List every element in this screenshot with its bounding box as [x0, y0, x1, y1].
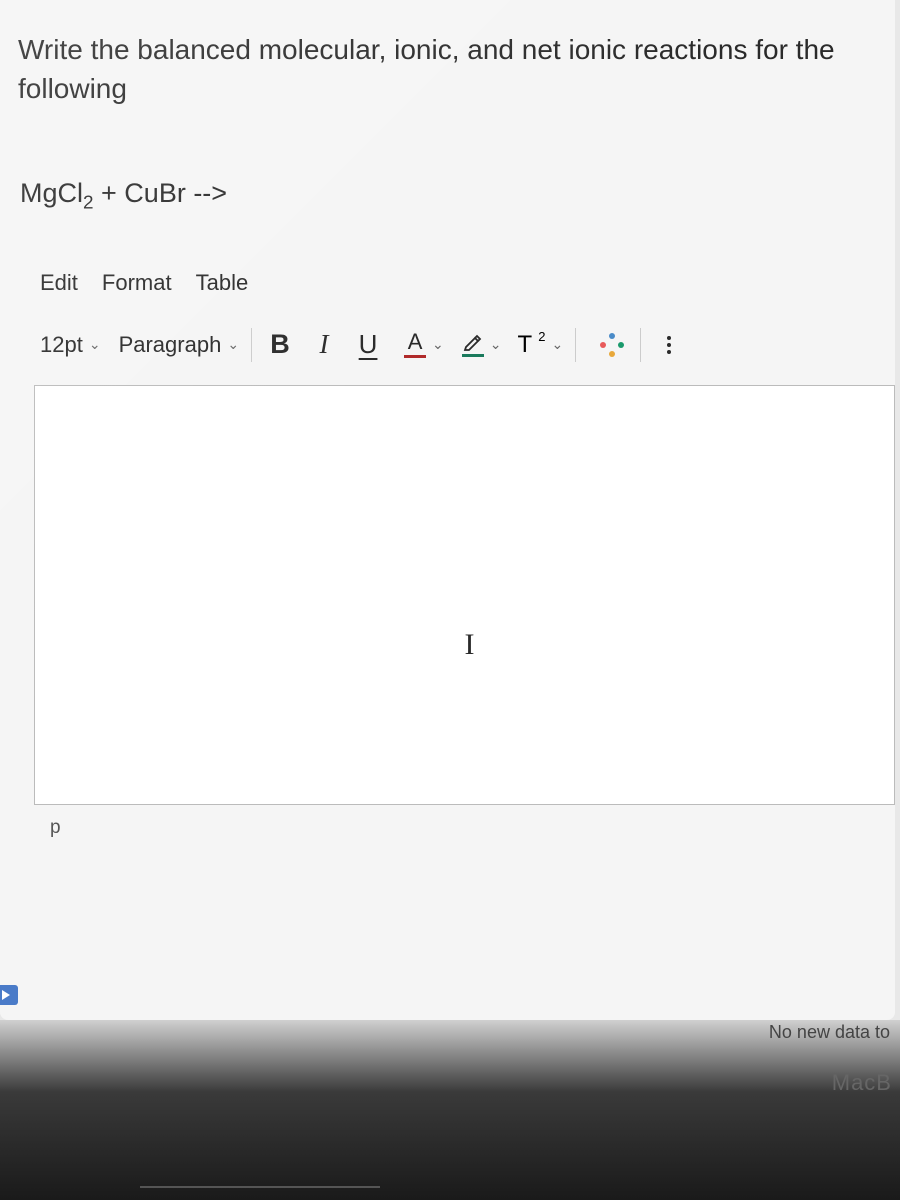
bold-button[interactable]: B	[264, 327, 296, 363]
text-color-button[interactable]: A ⌄	[402, 331, 444, 358]
editor-container: Edit Format Table 12pt ⌄ Paragraph ⌄ B	[40, 270, 895, 839]
superscript-button[interactable]: T2 ⌄	[518, 331, 564, 359]
question-prompt: Write the balanced molecular, ionic, and…	[18, 30, 895, 108]
chemical-formula: MgCl2 + CuBr -->	[20, 178, 895, 214]
superscript-sup: 2	[538, 329, 545, 344]
text-color-letter: A	[408, 331, 423, 353]
font-size-dropdown[interactable]: 12pt ⌄	[40, 332, 101, 358]
separator	[575, 328, 576, 362]
ai-stars-icon	[598, 331, 626, 359]
device-brand-text: MacB	[832, 1070, 892, 1096]
text-editor-area[interactable]: I	[34, 385, 895, 805]
text-color-icon: A	[402, 331, 428, 358]
menu-format[interactable]: Format	[102, 270, 172, 296]
paragraph-label: Paragraph	[119, 332, 222, 358]
speaker-triangle	[2, 990, 10, 1000]
ai-stars-button[interactable]	[596, 327, 628, 363]
highlight-bar	[462, 354, 484, 357]
toolbar: 12pt ⌄ Paragraph ⌄ B I U	[40, 320, 895, 370]
device-bezel: No new data to MacB	[0, 1020, 900, 1200]
more-vertical-icon	[663, 332, 675, 358]
speaker-icon[interactable]	[0, 985, 18, 1005]
superscript-icon: T2	[518, 331, 548, 359]
trackpad-edge	[140, 1186, 380, 1188]
text-cursor-icon: I	[465, 628, 475, 662]
menu-edit[interactable]: Edit	[40, 270, 78, 296]
pen-icon	[463, 332, 483, 352]
text-color-bar	[404, 355, 426, 358]
chevron-down-icon: ⌄	[552, 336, 564, 353]
chevron-down-icon: ⌄	[227, 336, 239, 353]
screen-content: Write the balanced molecular, ionic, and…	[0, 0, 895, 1020]
formula-subscript: 2	[83, 193, 94, 214]
superscript-base: T	[518, 331, 533, 358]
paragraph-dropdown[interactable]: Paragraph ⌄	[119, 332, 239, 358]
save-status-text: No new data to	[769, 1022, 890, 1043]
italic-button[interactable]: I	[308, 327, 340, 363]
more-options-button[interactable]	[653, 327, 685, 363]
font-size-value: 12pt	[40, 332, 83, 358]
chevron-down-icon: ⌄	[490, 336, 502, 353]
element-path[interactable]: p	[50, 817, 895, 839]
chevron-down-icon: ⌄	[432, 336, 444, 353]
highlight-button[interactable]: ⌄	[460, 332, 502, 357]
menu-bar: Edit Format Table	[40, 270, 895, 296]
formula-part2: + CuBr -->	[94, 178, 228, 208]
formula-part1: MgCl	[20, 178, 83, 208]
menu-table[interactable]: Table	[196, 270, 249, 296]
separator	[251, 328, 252, 362]
highlight-icon	[460, 332, 486, 357]
underline-button[interactable]: U	[352, 327, 384, 363]
separator	[640, 328, 641, 362]
chevron-down-icon: ⌄	[89, 336, 101, 353]
